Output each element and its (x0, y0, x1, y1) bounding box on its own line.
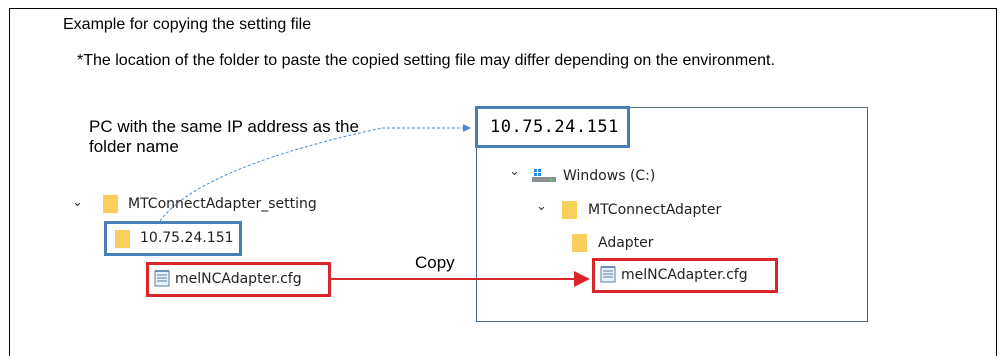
pc-label: PC with the same IP address as the folde… (89, 117, 419, 157)
folder-icon (572, 234, 587, 252)
page-title: Example for copying the setting file (63, 16, 312, 33)
notepad-file-icon (600, 266, 616, 283)
pc-label-line2: folder name (89, 137, 179, 156)
folder-icon (103, 195, 118, 213)
chevron-down-icon[interactable]: ⌄ (72, 195, 83, 210)
environment-note: *The location of the folder to paste the… (77, 52, 775, 69)
ip-header-text: 10.75.24.151 (490, 117, 619, 137)
tree-item-adapter[interactable]: Adapter (598, 235, 654, 251)
tree-item-mtconnectadapter[interactable]: MTConnectAdapter (588, 202, 721, 218)
pc-label-line1: PC with the same IP address as the (89, 117, 359, 136)
notepad-file-icon (154, 270, 170, 287)
destination-file-name[interactable]: melNCAdapter.cfg (621, 267, 748, 283)
chevron-down-icon[interactable]: ⌄ (536, 199, 547, 214)
tree-item-mtconnectadapter-setting[interactable]: MTConnectAdapter_setting (128, 196, 317, 212)
source-file-name[interactable]: melNCAdapter.cfg (175, 271, 302, 287)
chevron-down-icon[interactable]: ⌄ (509, 164, 520, 179)
folder-icon (562, 201, 577, 219)
windows-drive-icon (532, 169, 556, 182)
folder-icon (115, 230, 130, 248)
copy-label: Copy (415, 253, 455, 272)
tree-item-windows-drive[interactable]: Windows (C:) (563, 168, 655, 184)
tree-item-ip-folder[interactable]: 10.75.24.151 (140, 230, 234, 246)
